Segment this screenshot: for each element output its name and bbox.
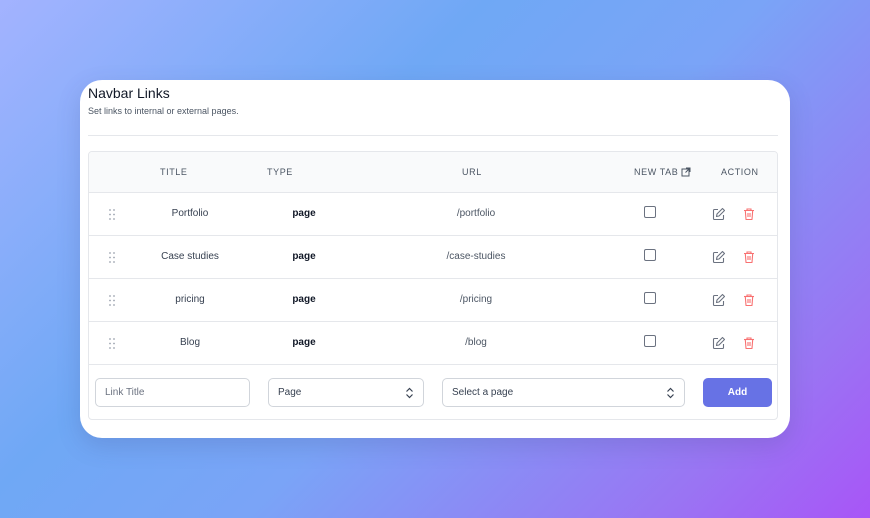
header-new-tab-label: NEW TAB [634, 167, 679, 177]
drag-handle-icon[interactable] [108, 337, 116, 350]
pencil-icon[interactable] [712, 250, 726, 264]
new-tab-checkbox[interactable] [644, 335, 656, 347]
table-row: pricing page /pricing [89, 279, 777, 322]
new-tab-checkbox[interactable] [644, 292, 656, 304]
trash-icon[interactable] [742, 250, 756, 264]
row-type: page [292, 251, 316, 262]
chevron-up-down-icon [406, 387, 413, 399]
add-link-form: Page Select a page Add [89, 365, 777, 419]
table-row: Case studies page /case-studies [89, 236, 777, 279]
trash-icon[interactable] [742, 336, 756, 350]
row-url: /case-studies [446, 251, 506, 262]
pencil-icon[interactable] [712, 336, 726, 350]
trash-icon[interactable] [742, 207, 756, 221]
chevron-up-down-icon [667, 387, 674, 399]
trash-icon[interactable] [742, 293, 756, 307]
header-new-tab: NEW TAB [634, 167, 691, 177]
divider [88, 135, 778, 136]
pencil-icon[interactable] [712, 207, 726, 221]
drag-handle-icon[interactable] [108, 208, 116, 221]
external-link-icon [681, 167, 691, 177]
row-type: page [292, 337, 316, 348]
link-title-input[interactable] [95, 378, 250, 407]
table-row: Blog page /blog [89, 322, 777, 365]
header-url: URL [462, 167, 482, 177]
page-select[interactable]: Select a page [442, 378, 685, 407]
new-tab-checkbox[interactable] [644, 249, 656, 261]
drag-handle-icon[interactable] [108, 251, 116, 264]
panel-title: Navbar Links [88, 85, 170, 101]
header-title: TITLE [160, 167, 188, 177]
row-type: page [292, 208, 316, 219]
drag-handle-icon[interactable] [108, 294, 116, 307]
row-title: Case studies [161, 251, 219, 262]
page-select-value: Select a page [452, 387, 514, 398]
table-header: TITLE TYPE URL NEW TAB ACTION [89, 152, 777, 193]
type-select-value: Page [278, 387, 302, 398]
row-title: Blog [179, 337, 200, 348]
row-url: /portfolio [456, 208, 496, 219]
pencil-icon[interactable] [712, 293, 726, 307]
row-type: page [292, 294, 316, 305]
new-tab-checkbox[interactable] [644, 206, 656, 218]
row-url: /blog [465, 337, 487, 348]
navbar-links-card: Navbar Links Set links to internal or ex… [80, 80, 790, 438]
row-url: /pricing [459, 294, 493, 305]
add-button[interactable]: Add [703, 378, 772, 407]
table-row: Portfolio page /portfolio [89, 193, 777, 236]
row-title: Portfolio [171, 208, 209, 219]
links-table: TITLE TYPE URL NEW TAB ACTION Portfolio [88, 151, 778, 420]
header-type: TYPE [267, 167, 293, 177]
panel-subtitle: Set links to internal or external pages. [88, 106, 239, 116]
type-select[interactable]: Page [268, 378, 424, 407]
header-action: ACTION [721, 167, 759, 177]
row-title: pricing [175, 294, 205, 305]
